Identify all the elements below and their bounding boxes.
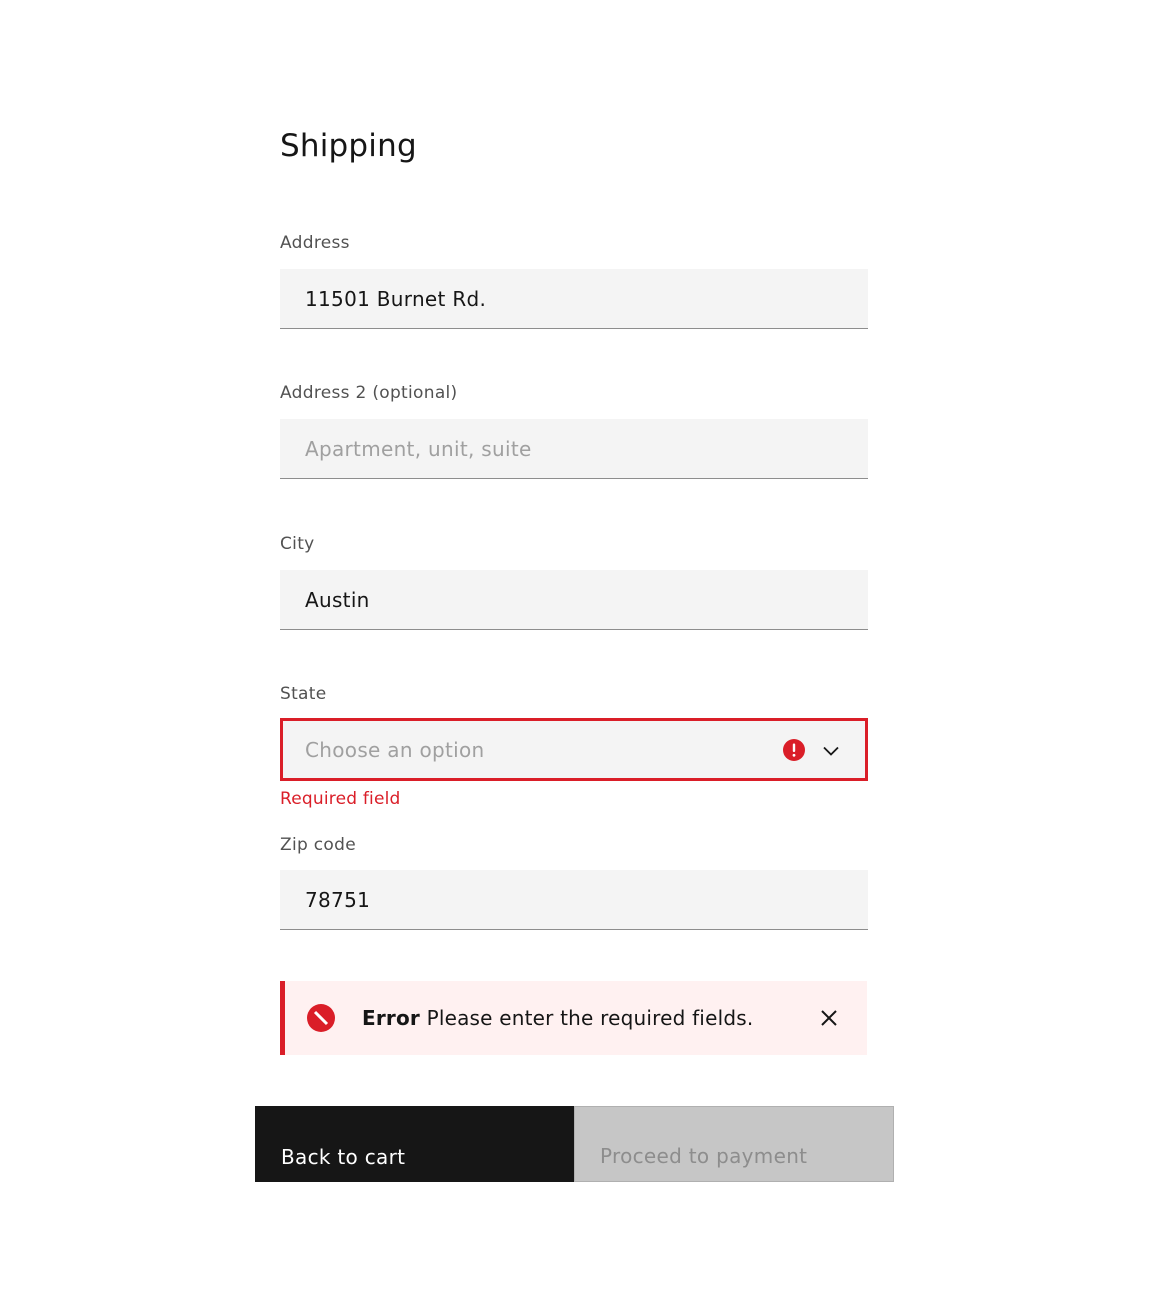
zip-label: Zip code [280, 835, 356, 855]
address2-input[interactable] [280, 419, 868, 478]
address-field [280, 269, 868, 329]
error-filled-icon [307, 1004, 335, 1032]
notification-message: Please enter the required fields. [426, 1006, 754, 1030]
city-label: City [280, 534, 315, 554]
warning-filled-icon [783, 739, 805, 761]
error-notification: Error Please enter the required fields. [280, 981, 867, 1055]
city-field [280, 570, 868, 630]
zip-input[interactable] [280, 870, 868, 929]
zip-field [280, 870, 868, 930]
page-title: Shipping [280, 128, 417, 164]
state-select[interactable]: Choose an option [280, 718, 868, 781]
notification-text: Error Please enter the required fields. [362, 1005, 753, 1031]
chevron-down-icon [823, 746, 839, 756]
close-icon[interactable] [817, 1006, 841, 1030]
address2-label: Address 2 (optional) [280, 383, 458, 403]
address-input[interactable] [280, 269, 868, 328]
state-select-placeholder: Choose an option [305, 738, 485, 762]
notification-title: Error [362, 1006, 420, 1030]
address-label: Address [280, 233, 350, 253]
state-label: State [280, 684, 327, 704]
city-input[interactable] [280, 570, 868, 629]
proceed-to-payment-button[interactable]: Proceed to payment [574, 1106, 894, 1182]
state-error-message: Required field [280, 789, 401, 809]
address2-field [280, 419, 868, 479]
back-to-cart-button[interactable]: Back to cart [255, 1106, 574, 1182]
